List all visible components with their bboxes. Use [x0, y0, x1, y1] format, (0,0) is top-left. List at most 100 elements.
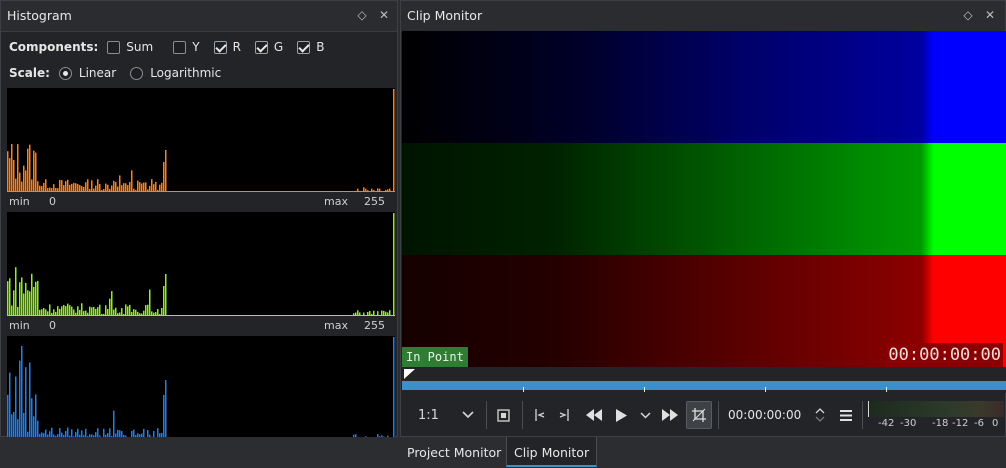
histogram-bar	[155, 181, 157, 192]
play-options-chevron-icon[interactable]	[636, 401, 654, 429]
histogram-bar	[75, 312, 77, 316]
histogram-bar	[367, 311, 369, 316]
set-in-point-icon[interactable]	[528, 401, 550, 429]
ruler-tick	[644, 387, 645, 392]
b-checkbox[interactable]	[297, 40, 311, 54]
histogram-bar	[97, 179, 99, 192]
histogram-bar	[145, 182, 147, 192]
y-checkbox[interactable]	[173, 40, 187, 54]
histogram-bar	[141, 183, 143, 192]
histogram-bar	[149, 185, 151, 192]
histogram-bar	[9, 372, 11, 440]
close-icon[interactable]: ✕	[981, 6, 999, 24]
timecode-field[interactable]: 00:00:00:00	[728, 401, 801, 429]
g-checkbox[interactable]	[254, 40, 268, 54]
histogram-bar	[75, 183, 77, 192]
histogram-bar	[141, 313, 143, 316]
tab-project-monitor[interactable]: Project Monitor	[400, 437, 508, 467]
histogram-bar	[83, 186, 85, 192]
chevron-down-icon[interactable]	[458, 401, 478, 429]
ruler-tick	[886, 387, 887, 392]
axis-top: 255	[364, 319, 385, 332]
histogram-bar	[31, 273, 33, 316]
histogram-bar	[45, 179, 47, 192]
histogram-bar	[21, 181, 23, 192]
timeline-ruler[interactable]	[402, 367, 1006, 393]
histogram-bar	[159, 313, 161, 316]
play-icon[interactable]	[610, 401, 632, 429]
in-point-badge: In Point	[402, 347, 468, 367]
set-out-point-icon[interactable]	[554, 401, 576, 429]
histogram-bar	[41, 309, 43, 316]
float-icon[interactable]: ◇	[353, 6, 371, 24]
histogram-bar	[27, 148, 29, 192]
histogram-bar	[65, 181, 67, 192]
histogram-bar	[73, 309, 75, 316]
video-preview[interactable]	[402, 31, 1006, 367]
timecode-spin-icon[interactable]	[812, 401, 828, 429]
sum-checkbox[interactable]	[107, 40, 121, 54]
histogram-bar	[109, 188, 111, 192]
histogram-bar	[51, 312, 53, 316]
scale-row: Scale: Linear Logarithmic	[9, 63, 235, 83]
histogram-bar	[385, 189, 387, 192]
histogram-bar	[131, 311, 133, 316]
histogram-bar	[57, 306, 59, 316]
histogram-bar	[121, 185, 123, 192]
zone-bar[interactable]	[402, 381, 1006, 390]
histogram-bar	[377, 311, 379, 316]
histogram-bar	[143, 310, 145, 316]
crop-icon[interactable]	[686, 401, 712, 429]
histogram-bar	[157, 189, 159, 192]
histogram-bar	[27, 290, 29, 316]
close-icon[interactable]: ✕	[375, 6, 393, 24]
histogram-bar	[373, 190, 375, 192]
histogram-bar	[111, 185, 113, 192]
rewind-icon[interactable]	[582, 401, 606, 429]
linear-radio[interactable]	[58, 66, 72, 80]
histogram-bar	[99, 183, 101, 192]
histogram-bar	[25, 170, 27, 192]
histogram-bar	[139, 313, 141, 316]
histogram-bar	[49, 304, 51, 316]
histogram-bar	[105, 183, 107, 192]
histogram-bar	[161, 182, 163, 192]
menu-icon[interactable]	[836, 401, 856, 429]
histogram-bar	[383, 310, 385, 316]
histogram-bar	[29, 362, 31, 440]
histogram-bar	[381, 310, 383, 316]
histogram-bar	[119, 312, 121, 316]
histogram-bar	[47, 188, 49, 192]
histogram-bar	[41, 186, 43, 192]
playhead-marker[interactable]	[404, 369, 415, 379]
histogram-bar	[151, 311, 153, 316]
r-checkbox[interactable]	[213, 40, 227, 54]
histogram-bar	[19, 282, 21, 316]
float-icon[interactable]: ◇	[959, 6, 977, 24]
safe-zone-icon[interactable]	[492, 401, 514, 429]
y-label: Y	[192, 40, 200, 54]
histogram-bar	[61, 180, 63, 192]
tab-clip-monitor[interactable]: Clip Monitor	[506, 437, 598, 467]
histogram-red	[7, 88, 395, 192]
histogram-bar	[23, 412, 25, 440]
histogram-bar	[37, 280, 39, 316]
histogram-bar	[71, 183, 73, 192]
histogram-bar	[111, 291, 113, 316]
zoom-select[interactable]: 1:1	[412, 401, 452, 429]
histogram-bar	[131, 170, 133, 192]
histogram-bar	[147, 304, 149, 316]
histogram-bar	[389, 310, 391, 316]
histogram-bar	[127, 306, 129, 316]
histogram-bar	[61, 306, 63, 316]
histogram-bar	[165, 150, 167, 192]
histogram-bar	[355, 190, 357, 192]
histogram-bar	[163, 286, 165, 316]
histogram-bar	[101, 313, 103, 316]
histogram-bar	[137, 311, 139, 316]
axis-min: min	[9, 319, 30, 332]
forward-icon[interactable]	[658, 401, 682, 429]
histogram-bar	[89, 306, 91, 316]
histogram-bar	[11, 144, 13, 192]
logarithmic-radio[interactable]	[130, 66, 144, 80]
